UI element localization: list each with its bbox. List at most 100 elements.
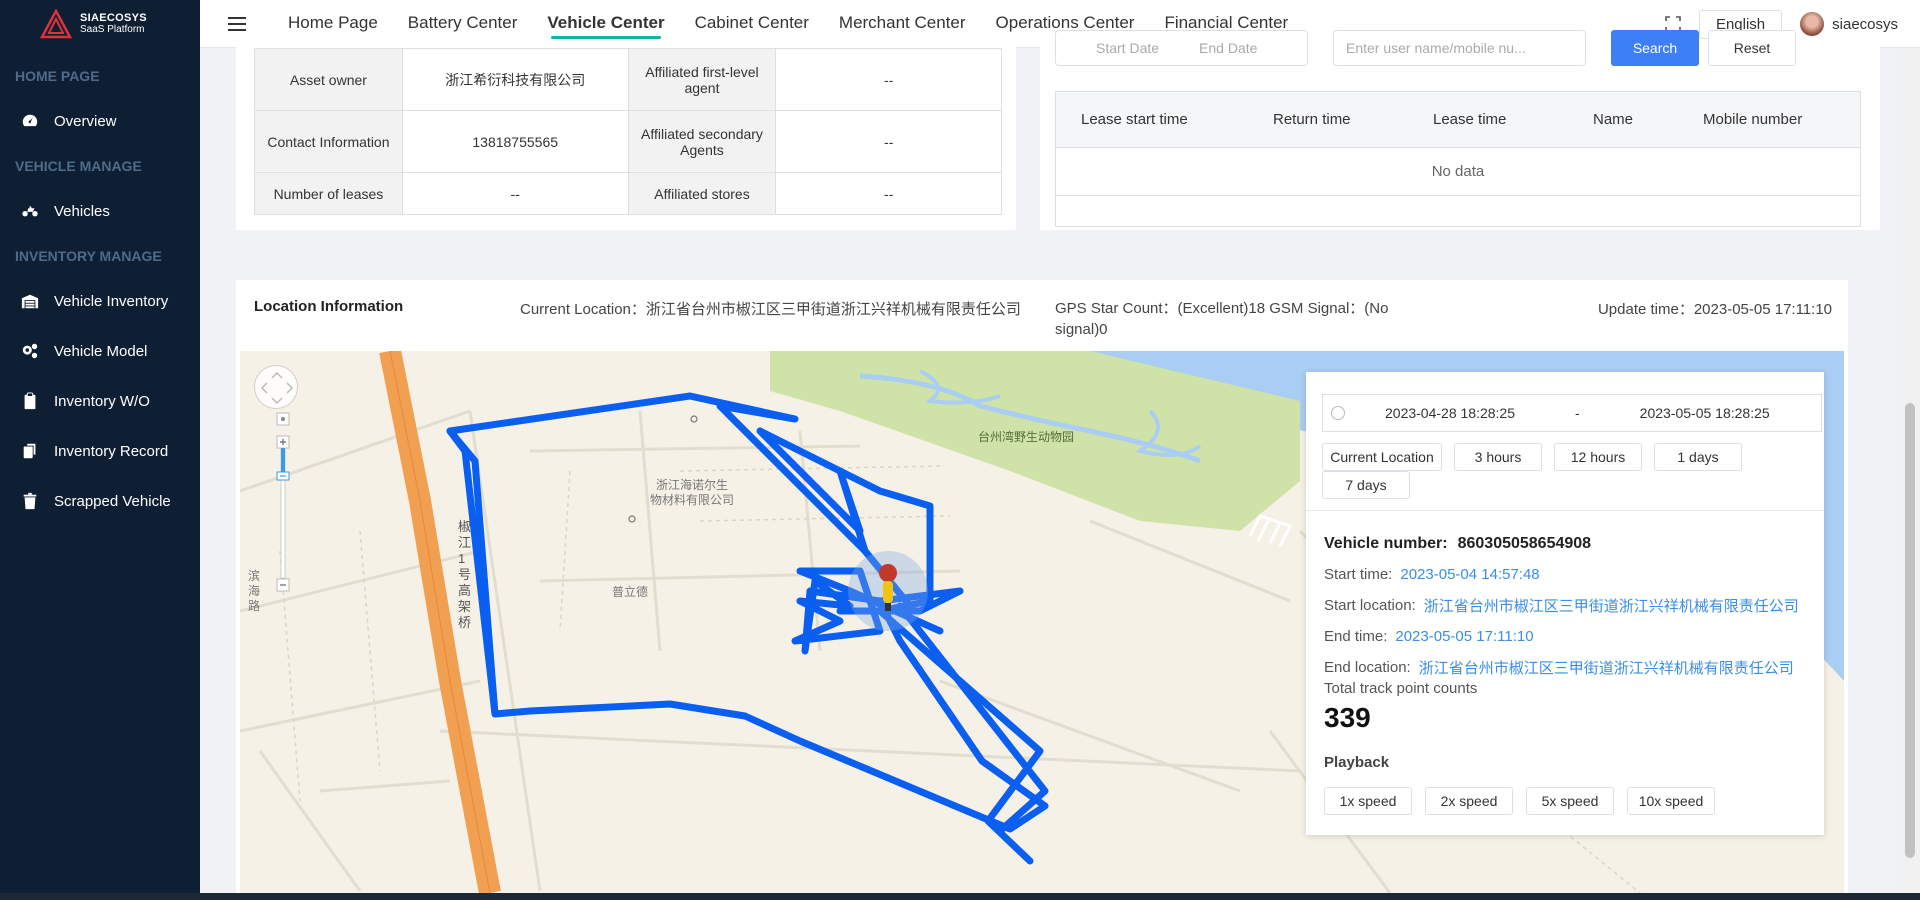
total-points-value: 339 — [1324, 702, 1371, 733]
motorcycle-icon — [20, 201, 40, 221]
copy-icon — [20, 441, 40, 461]
start-location-label: Start location: — [1324, 597, 1416, 614]
range-3-hours-button[interactable]: 3 hours — [1454, 443, 1542, 471]
col-lease-time: Lease time — [1433, 111, 1507, 128]
scrollbar-thumb[interactable] — [1905, 403, 1915, 858]
sidebar-item-scrapped-vehicle[interactable]: Scrapped Vehicle — [0, 476, 200, 526]
section-inventory-manage: INVENTORY MANAGE — [15, 248, 162, 264]
track-path — [446, 392, 1049, 865]
trash-icon — [20, 491, 40, 511]
sidebar-item-label: Overview — [54, 112, 117, 130]
range-separator: - — [1575, 405, 1580, 421]
playback-label: Playback — [1324, 754, 1390, 771]
end-date-placeholder: End Date — [1199, 40, 1258, 56]
value-number-of-leases: -- — [401, 172, 629, 215]
pan-control[interactable] — [254, 365, 298, 409]
sidebar-item-vehicle-model[interactable]: Vehicle Model — [0, 326, 200, 376]
map-label-binhai: 滨海路 — [248, 569, 261, 613]
lease-table-header: Lease start time Return time Lease time … — [1056, 92, 1860, 148]
clock-icon — [1331, 406, 1345, 420]
end-location-label: End location: — [1324, 659, 1411, 676]
track-date-range[interactable]: 2023-04-28 18:28:25 - 2023-05-05 18:28:2… — [1322, 394, 1822, 432]
sidebar-item-vehicles[interactable]: Vehicles — [0, 186, 200, 236]
sidebar-item-inventory-wo[interactable]: Inventory W/O — [0, 376, 200, 426]
col-name: Name — [1593, 111, 1634, 128]
search-button[interactable]: Search — [1611, 30, 1699, 66]
panel-divider — [1306, 510, 1824, 511]
label-asset-owner: Asset owner — [254, 48, 403, 111]
brand-name: SIAECOSYS — [80, 12, 147, 24]
speed-10x-button[interactable]: 10x speed — [1627, 787, 1715, 815]
user-menu[interactable]: siaecosys — [1800, 12, 1898, 36]
value-asset-owner: 浙江希衍科技有限公司 — [401, 48, 629, 111]
current-location: Current Location：浙江省台州市椒江区三甲街道浙江兴祥机械有限责任… — [520, 301, 1021, 318]
start-time-label: Start time: — [1324, 566, 1393, 583]
sidebar-item-vehicle-inventory[interactable]: Vehicle Inventory — [0, 276, 200, 326]
username: siaecosys — [1832, 15, 1898, 33]
sidebar-item-inventory-record[interactable]: Inventory Record — [0, 426, 200, 476]
end-time-label: End time: — [1324, 628, 1388, 645]
range-1-days-button[interactable]: 1 days — [1654, 443, 1742, 471]
sidebar-item-label: Inventory Record — [54, 442, 169, 460]
playback-speed-buttons: 1x speed 2x speed 5x speed 10x speed — [1324, 787, 1715, 815]
label-contact: Contact Information — [254, 110, 403, 173]
range-start: 2023-04-28 18:28:25 — [1385, 405, 1515, 421]
lease-empty-text: No data — [1056, 148, 1860, 196]
sidebar-item-label: Scrapped Vehicle — [54, 492, 171, 510]
os-taskbar — [0, 893, 1920, 900]
col-return-time: Return time — [1273, 111, 1351, 128]
range-7-days-button[interactable]: 7 days — [1322, 471, 1410, 499]
label-number-of-leases: Number of leases — [254, 172, 403, 215]
end-location[interactable]: 浙江省台州市椒江区三甲街道浙江兴祥机械有限责任公司 — [1419, 657, 1794, 678]
clipboard-icon — [20, 391, 40, 411]
map-label-puli: 普立德 — [612, 585, 649, 599]
value-affiliated-stores: -- — [775, 172, 1002, 215]
page-scrollbar[interactable] — [1900, 48, 1920, 893]
sidebar-item-label: Vehicles — [54, 202, 110, 220]
speed-5x-button[interactable]: 5x speed — [1526, 787, 1614, 815]
zoom-control — [276, 412, 290, 615]
label-affiliated-stores: Affiliated stores — [627, 172, 777, 215]
speed-1x-button[interactable]: 1x speed — [1324, 787, 1412, 815]
col-lease-start-time: Lease start time — [1081, 111, 1188, 128]
col-mobile-number: Mobile number — [1703, 111, 1803, 128]
current-location-button[interactable]: Current Location — [1322, 443, 1442, 471]
value-first-level-agent: -- — [775, 48, 1002, 111]
date-range-input[interactable]: Start Date End Date — [1055, 30, 1308, 66]
section-vehicle-manage: VEHICLE MANAGE — [15, 158, 142, 174]
quick-range-buttons: Current Location 3 hours 12 hours 1 days… — [1322, 443, 1762, 499]
map-controls — [254, 365, 298, 409]
value-contact: 13818755565 — [401, 110, 629, 173]
brand-sub: SaaS Platform — [80, 24, 145, 35]
location-title: Location Information — [254, 298, 404, 315]
lease-filter-row: Start Date End Date Enter user name/mobi… — [1055, 30, 1796, 66]
warehouse-icon — [20, 291, 40, 311]
user-search-input[interactable]: Enter user name/mobile nu... — [1333, 30, 1586, 66]
gps-gsm-info: GPS Star Count：(Excellent)18 GSM Signal：… — [1055, 300, 1389, 338]
label-first-level-agent: Affiliated first-level agent — [627, 48, 777, 111]
start-location[interactable]: 浙江省台州市椒江区三甲街道浙江兴祥机械有限责任公司 — [1424, 595, 1799, 616]
menu-toggle-icon[interactable] — [228, 16, 248, 31]
total-points-label: Total track point counts — [1324, 680, 1478, 697]
lease-table: Lease start time Return time Lease time … — [1055, 91, 1861, 227]
end-time: 2023-05-05 17:11:10 — [1395, 628, 1534, 645]
gears-icon — [20, 341, 40, 361]
sidebar: SIAECOSYS SaaS Platform HOME PAGE Overvi… — [0, 0, 200, 893]
range-12-hours-button[interactable]: 12 hours — [1554, 443, 1642, 471]
speed-2x-button[interactable]: 2x speed — [1425, 787, 1513, 815]
vehicle-number-label: Vehicle number: — [1324, 534, 1448, 552]
start-time: 2023-05-04 14:57:48 — [1400, 566, 1540, 583]
start-date-placeholder: Start Date — [1096, 40, 1160, 56]
logo-mark-icon — [39, 8, 73, 39]
sidebar-item-overview[interactable]: Overview — [0, 96, 200, 146]
map-label-company-line1: 浙江海诺尔生 — [656, 478, 729, 492]
sidebar-item-label: Inventory W/O — [54, 392, 150, 410]
dashboard-icon — [20, 111, 40, 131]
reset-button[interactable]: Reset — [1708, 30, 1796, 66]
asset-info-table: Asset owner 浙江希衍科技有限公司 Affiliated first-… — [254, 48, 1002, 215]
map-label-company: 浙江海诺尔生 物材料有限公司 — [650, 478, 734, 508]
logo[interactable]: SIAECOSYS SaaS Platform — [0, 0, 200, 48]
vehicle-number: 860305058654908 — [1457, 534, 1592, 552]
range-end: 2023-05-05 18:28:25 — [1639, 405, 1770, 421]
track-details: Vehicle number: 860305058654908 Start ti… — [1324, 528, 1799, 683]
